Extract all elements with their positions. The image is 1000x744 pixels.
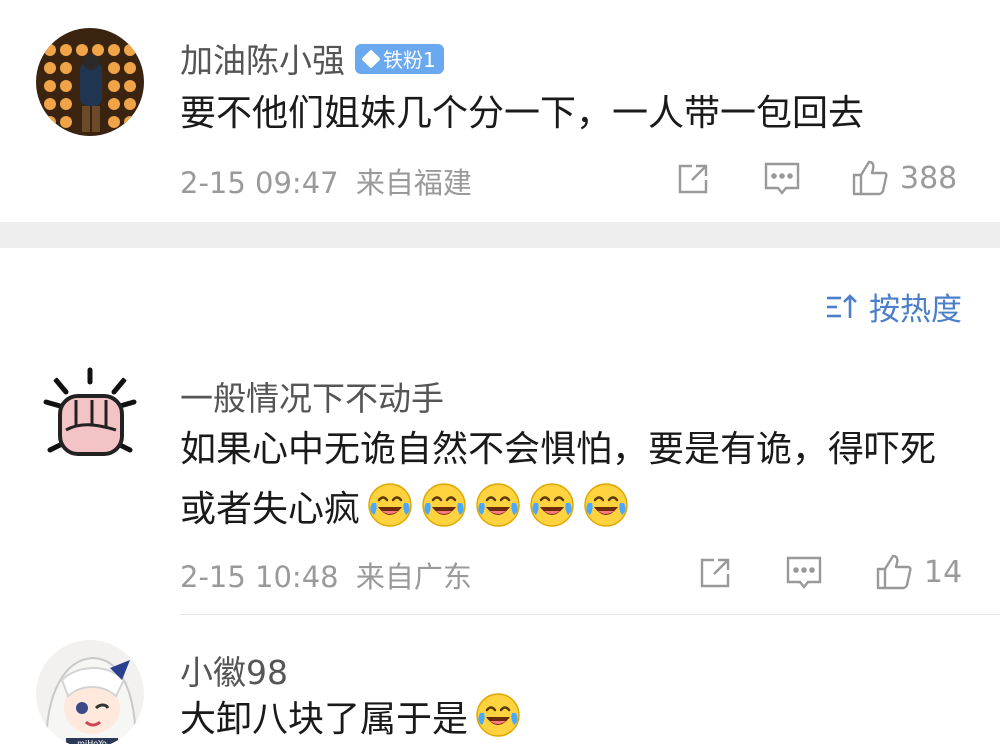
avatar[interactable]: miHoYo — [36, 640, 144, 744]
like-button[interactable]: 388 — [850, 158, 957, 198]
share-icon — [678, 164, 708, 194]
comment-text-block: 如果心中无诡自然不会惧怕，要是有诡，得吓死或者失心疯 — [180, 420, 970, 540]
comment-time: 2-15 10:48 — [180, 560, 339, 594]
laughing-crying-emoji-icon — [584, 483, 628, 527]
share-button[interactable] — [696, 554, 734, 592]
comment-text: 要不他们姐妹几个分一下，一人带一包回去 — [180, 93, 865, 134]
username-text[interactable]: 小徽98 — [180, 653, 288, 692]
like-count: 14 — [924, 554, 963, 590]
share-button[interactable] — [674, 160, 712, 198]
username[interactable]: 一般情况下不动手 — [180, 372, 444, 420]
sort-label: 按热度 — [869, 292, 962, 328]
avatar[interactable] — [36, 28, 144, 136]
emoji-group — [468, 693, 522, 740]
username-text[interactable]: 加油陈小强 — [180, 41, 345, 80]
laughing-crying-emoji-icon — [476, 693, 520, 737]
laughing-crying-emoji-icon — [422, 483, 466, 527]
username[interactable]: 小徽98 — [180, 646, 288, 694]
laughing-crying-emoji-icon — [368, 483, 412, 527]
comment-location: 来自广东 — [355, 560, 472, 594]
thumbs-up-icon — [876, 554, 912, 590]
section-divider — [0, 222, 1000, 248]
avatar[interactable] — [36, 366, 144, 474]
username-text[interactable]: 一般情况下不动手 — [180, 379, 444, 418]
comment-icon — [764, 162, 800, 195]
comment-text: 大卸八块了属于是 — [180, 699, 469, 740]
like-button[interactable]: 14 — [874, 552, 962, 592]
sort-by-hot-button[interactable]: 按热度 — [825, 284, 962, 329]
fan-badge-label: 铁粉1 — [383, 48, 436, 72]
share-icon — [700, 558, 730, 588]
avatar-image — [36, 28, 144, 136]
reply-button[interactable] — [762, 160, 802, 198]
sort-icon — [827, 293, 857, 318]
emoji-group — [360, 483, 630, 530]
fan-badge: 铁粉1 — [355, 43, 444, 74]
comment-divider — [180, 614, 1000, 615]
laughing-crying-emoji-icon — [530, 483, 574, 527]
reply-button[interactable] — [784, 554, 824, 592]
like-count: 388 — [900, 160, 958, 196]
diamond-icon — [361, 48, 381, 69]
comment-icon — [786, 556, 822, 589]
username[interactable]: 加油陈小强 铁粉1 — [180, 34, 444, 82]
laughing-crying-emoji-icon — [476, 483, 520, 527]
avatar-image: miHoYo — [36, 640, 144, 744]
thumbs-up-icon — [852, 160, 888, 196]
avatar-image — [36, 366, 144, 474]
comment-time: 2-15 09:47 — [180, 166, 339, 200]
comment-meta: 2-15 09:47 来自福建 — [180, 160, 472, 202]
comment-text-block: 大卸八块了属于是 — [180, 690, 980, 744]
comment-meta: 2-15 10:48 来自广东 — [180, 554, 472, 596]
comment-location: 来自福建 — [355, 166, 472, 200]
avatar-label: miHoYo — [77, 739, 107, 744]
